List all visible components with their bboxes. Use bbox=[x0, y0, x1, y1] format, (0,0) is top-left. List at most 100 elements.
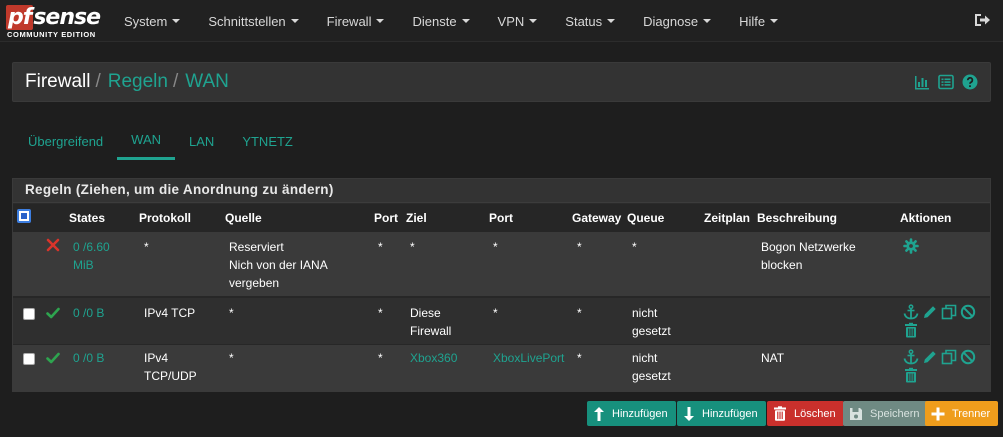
destination-alias-link[interactable]: Xbox360 bbox=[410, 349, 457, 367]
header-destination-port: Port bbox=[489, 211, 513, 225]
header-protocol: Protokoll bbox=[139, 211, 192, 225]
chevron-down-icon bbox=[461, 19, 470, 23]
arrow-down-icon bbox=[684, 406, 694, 421]
add-separator-button[interactable]: Trenner bbox=[925, 401, 999, 426]
source-cell: Reserviert Nich von der IANA vergeben bbox=[229, 238, 328, 292]
source-port-cell: * bbox=[378, 351, 383, 365]
header-destination: Ziel bbox=[406, 211, 427, 225]
select-all-checkbox[interactable] bbox=[17, 209, 31, 223]
menu-diagnostics-label: Diagnose bbox=[643, 13, 699, 29]
destination-cell: Diese Firewall bbox=[410, 304, 451, 340]
protocol-cell: IPv4 TCP/UDP bbox=[144, 349, 197, 385]
states-cell[interactable]: 0 /0 B bbox=[73, 349, 104, 367]
row-actions bbox=[903, 349, 983, 383]
pencil-icon[interactable] bbox=[922, 349, 938, 365]
table-row[interactable]: 0 /0 B IPv4 TCP * * Diese Firewall * * n… bbox=[13, 296, 990, 344]
chevron-down-icon bbox=[376, 19, 385, 23]
protocol-cell: * bbox=[144, 240, 149, 254]
gear-icon[interactable] bbox=[903, 238, 919, 254]
states-cell[interactable]: 0 /6.60 MiB bbox=[73, 238, 110, 274]
trash-icon[interactable] bbox=[903, 367, 919, 383]
header-description: Beschreibung bbox=[757, 211, 838, 225]
chevron-down-icon bbox=[770, 19, 779, 23]
copy-icon[interactable] bbox=[941, 349, 957, 365]
top-navbar: pfsense COMMUNITY EDITION System Schnitt… bbox=[0, 0, 1003, 42]
menu-diagnostics[interactable]: Diagnose bbox=[629, 0, 725, 42]
copy-icon[interactable] bbox=[941, 304, 957, 320]
chevron-down-icon bbox=[290, 19, 299, 23]
source-cell: * bbox=[229, 306, 234, 320]
gateway-cell: * bbox=[577, 306, 582, 320]
panel-title: Regeln (Ziehen, um die Anordnung zu ände… bbox=[25, 182, 334, 197]
log-list-icon[interactable] bbox=[938, 74, 954, 90]
delete-button[interactable]: Löschen bbox=[767, 401, 844, 426]
disable-icon[interactable] bbox=[960, 304, 976, 320]
row-actions bbox=[903, 304, 983, 338]
menu-status[interactable]: Status bbox=[551, 0, 629, 42]
description-cell: NAT bbox=[761, 351, 785, 365]
pass-check-icon bbox=[46, 352, 60, 364]
main-menu: System Schnittstellen Firewall Dienste V… bbox=[110, 0, 792, 42]
breadcrumb-rules[interactable]: Regeln bbox=[108, 71, 168, 92]
save-button[interactable]: Speichern bbox=[843, 401, 928, 426]
source-line: Reserviert bbox=[229, 240, 284, 254]
menu-help[interactable]: Hilfe bbox=[725, 0, 792, 42]
tab-wan[interactable]: WAN bbox=[117, 122, 176, 160]
anchor-icon[interactable] bbox=[903, 349, 919, 365]
row-actions bbox=[903, 238, 983, 254]
queue-line: gesetzt bbox=[632, 324, 671, 338]
breadcrumb-shortcuts bbox=[914, 74, 978, 90]
tab-lan[interactable]: LAN bbox=[175, 122, 228, 160]
trash-icon bbox=[774, 406, 786, 421]
source-line: Nich von der IANA bbox=[229, 258, 328, 272]
states-unit: MiB bbox=[73, 258, 94, 272]
table-row[interactable]: 0 /6.60 MiB * Reserviert Nich von der IA… bbox=[13, 232, 990, 296]
disable-icon[interactable] bbox=[960, 349, 976, 365]
source-port-cell: * bbox=[378, 306, 383, 320]
queue-line: gesetzt bbox=[632, 369, 671, 383]
menu-system[interactable]: System bbox=[110, 0, 194, 42]
source-line: vergeben bbox=[229, 276, 280, 290]
header-source-port: Port bbox=[374, 211, 398, 225]
breadcrumb-wan[interactable]: WAN bbox=[185, 71, 229, 92]
menu-interfaces[interactable]: Schnittstellen bbox=[194, 0, 312, 42]
destination-port-cell: * bbox=[493, 240, 498, 254]
menu-firewall[interactable]: Firewall bbox=[313, 0, 399, 42]
destination-port-alias-link[interactable]: XboxLivePort bbox=[493, 349, 564, 367]
separator-label: Trenner bbox=[952, 407, 991, 420]
destination-port-cell: * bbox=[493, 306, 498, 320]
logo-text: pfsense bbox=[6, 5, 101, 30]
queue-line: nicht bbox=[632, 351, 658, 365]
header-schedule: Zeitplan bbox=[704, 211, 751, 225]
panel-heading: Regeln (Ziehen, um die Anordnung zu ände… bbox=[13, 179, 990, 203]
menu-firewall-label: Firewall bbox=[326, 13, 372, 29]
queue-cell: nicht gesetzt bbox=[632, 304, 671, 340]
pass-check-icon bbox=[46, 307, 60, 319]
chevron-down-icon bbox=[607, 19, 616, 23]
help-icon[interactable] bbox=[962, 74, 978, 90]
gateway-cell: * bbox=[577, 240, 582, 254]
anchor-icon[interactable] bbox=[903, 304, 919, 320]
protocol-line: TCP/UDP bbox=[144, 369, 197, 383]
logout-icon[interactable] bbox=[973, 11, 991, 29]
pfsense-logo[interactable]: pfsense COMMUNITY EDITION bbox=[6, 5, 102, 39]
destination-line: Firewall bbox=[410, 324, 452, 338]
states-cell[interactable]: 0 /0 B bbox=[73, 304, 104, 322]
menu-services[interactable]: Dienste bbox=[398, 0, 483, 42]
add-rule-bottom-button[interactable]: Hinzufügen bbox=[677, 401, 766, 426]
trash-icon[interactable] bbox=[903, 322, 919, 338]
queue-cell: nicht gesetzt bbox=[632, 349, 671, 385]
row-checkbox[interactable] bbox=[23, 353, 35, 365]
tab-ytnetz[interactable]: YTNETZ bbox=[228, 122, 307, 160]
add-rule-top-button[interactable]: Hinzufügen bbox=[587, 401, 676, 426]
tab-floating[interactable]: Übergreifend bbox=[14, 122, 117, 160]
bar-chart-icon[interactable] bbox=[914, 74, 930, 90]
pencil-icon[interactable] bbox=[922, 304, 938, 320]
add-top-label: Hinzufügen bbox=[612, 407, 668, 420]
description-cell: Bogon Netzwerke blocken bbox=[761, 238, 856, 274]
protocol-line: IPv4 bbox=[144, 351, 169, 365]
menu-vpn[interactable]: VPN bbox=[484, 0, 552, 42]
table-row[interactable]: 0 /0 B IPv4 TCP/UDP * * Xbox360 XboxLive… bbox=[13, 344, 990, 391]
add-bottom-label: Hinzufügen bbox=[702, 407, 758, 420]
row-checkbox[interactable] bbox=[23, 308, 35, 320]
